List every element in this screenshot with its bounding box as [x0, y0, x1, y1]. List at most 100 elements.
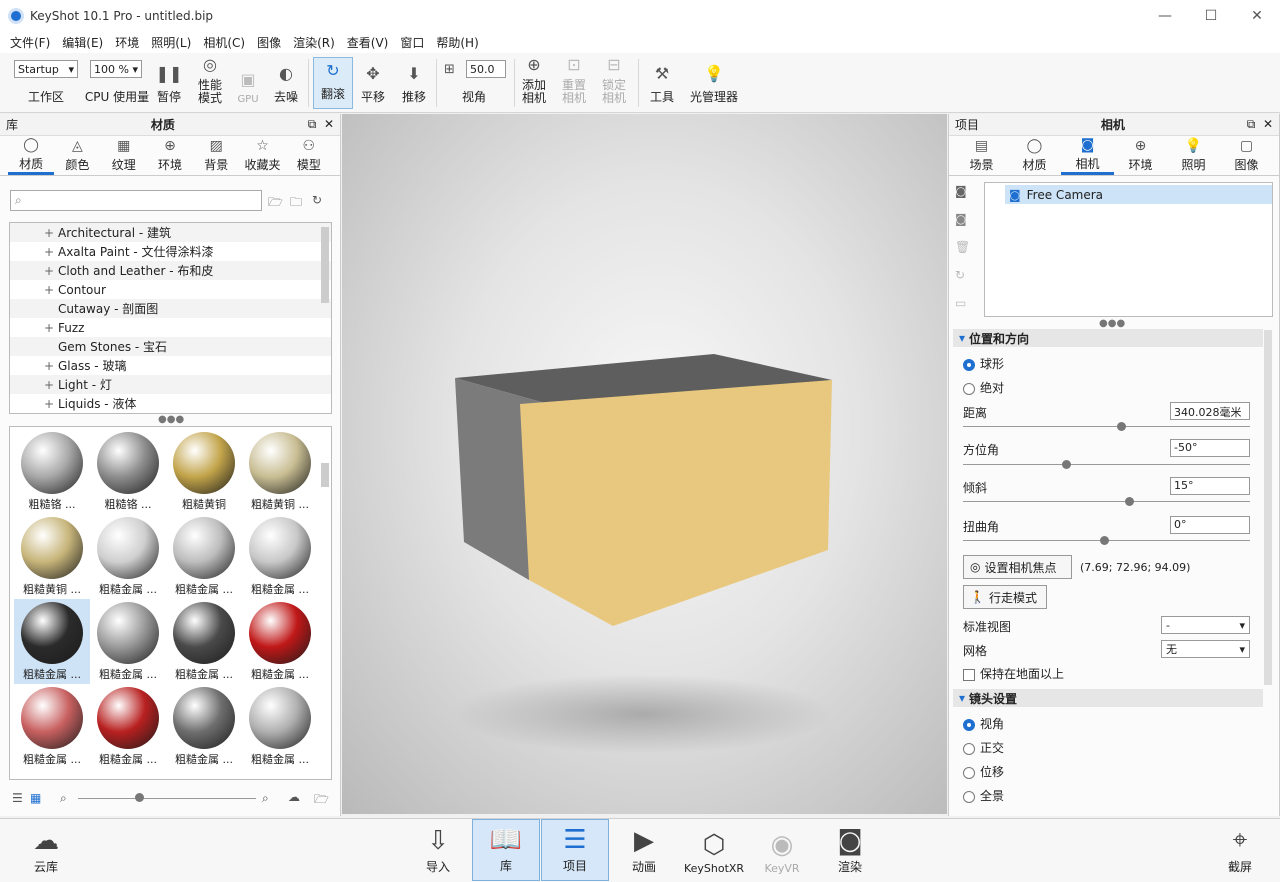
material-thumb[interactable]: 粗糙金属 ...	[166, 599, 242, 684]
menu-view[interactable]: 查看(V)	[341, 34, 395, 51]
material-thumb-selected[interactable]: 粗糙金属 ...	[14, 599, 90, 684]
close-panel-icon[interactable]: ✕	[324, 117, 334, 131]
tree-item[interactable]: + Cloth and Leather - 布和皮	[10, 261, 331, 280]
radio-panoramic[interactable]: 全景	[963, 787, 1004, 804]
menu-window[interactable]: 窗口	[394, 34, 430, 51]
cloud-library-button[interactable]: ☁ 云库	[24, 819, 68, 881]
close-button[interactable]: ✕	[1234, 0, 1280, 31]
duplicate-camera-icon[interactable]: ◙	[955, 212, 967, 226]
material-thumb[interactable]: 粗糙铬 ...	[14, 429, 90, 514]
tab-materials[interactable]: ◯ 材质	[8, 136, 55, 175]
tree-item[interactable]: + Glass - 玻璃	[10, 356, 331, 375]
menu-camera[interactable]: 相机(C)	[197, 34, 251, 51]
thumbnail-size-knob[interactable]	[135, 793, 144, 802]
menu-edit[interactable]: 编辑(E)	[56, 34, 109, 51]
performance-mode-button[interactable]: ◎ 性能 模式	[192, 53, 228, 111]
tab-backgrounds[interactable]: ▨ 背景	[193, 136, 239, 175]
material-thumb[interactable]: 粗糙金属 ...	[90, 684, 166, 769]
standard-view-dropdown[interactable]: - ▾	[1161, 616, 1250, 634]
material-thumb[interactable]: 粗糙金属 ...	[242, 514, 318, 599]
menu-file[interactable]: 文件(F)	[4, 34, 56, 51]
splitter-handle[interactable]: ●●●	[1099, 318, 1125, 329]
tree-item[interactable]: + Liquids - 液体	[10, 394, 331, 413]
pan-button[interactable]: ✥ 平移	[356, 53, 390, 111]
material-thumb[interactable]: 粗糙黄铜	[166, 429, 242, 514]
import-button[interactable]: ⇩ 导入	[416, 819, 460, 881]
folder-add-icon[interactable]: 🗀	[290, 193, 302, 214]
material-thumb[interactable]: 粗糙金属 ...	[90, 514, 166, 599]
azimuth-slider[interactable]	[963, 464, 1250, 465]
list-view-icon[interactable]: ☰	[12, 791, 23, 805]
tab-material[interactable]: ◯ 材质	[1008, 136, 1061, 175]
render-button[interactable]: ◙ 渲染	[828, 819, 872, 881]
tree-item[interactable]: + Fuzz	[10, 318, 331, 337]
radio-absolute[interactable]: 绝对	[963, 379, 1004, 396]
twist-input[interactable]: 0°	[1170, 516, 1250, 534]
material-thumb[interactable]: 粗糙金属 ...	[166, 514, 242, 599]
library-search-input[interactable]: ⌕	[10, 190, 262, 211]
delete-icon[interactable]: 🗑	[955, 240, 970, 254]
library-button[interactable]: 📖 库	[472, 819, 540, 881]
material-thumb[interactable]: 粗糙金属 ...	[90, 599, 166, 684]
undock-icon[interactable]: ⧉	[308, 117, 317, 131]
maximize-button[interactable]: ☐	[1188, 0, 1234, 31]
radio-orthographic[interactable]: 正交	[963, 739, 1004, 756]
thumbnail-size-slider[interactable]	[78, 798, 256, 799]
tools-button[interactable]: ⚒ 工具	[646, 53, 678, 111]
material-thumb[interactable]: 粗糙金属 ...	[14, 684, 90, 769]
distance-slider[interactable]	[963, 426, 1250, 427]
undock-icon[interactable]: ⧉	[1247, 117, 1256, 131]
reset-camera-button[interactable]: ⊡ 重置 相机	[558, 53, 590, 111]
inclination-input[interactable]: 15°	[1170, 477, 1250, 495]
grid-dropdown[interactable]: 无 ▾	[1161, 640, 1250, 658]
refresh-icon[interactable]: ↻	[312, 193, 322, 207]
tab-camera[interactable]: ◙ 相机	[1061, 136, 1114, 175]
distance-slider-knob[interactable]	[1116, 422, 1126, 431]
tab-image[interactable]: ▢ 图像	[1220, 136, 1273, 175]
reset-icon[interactable]: ↻	[955, 268, 965, 282]
denoise-button[interactable]: ◐ 去噪	[268, 53, 304, 111]
cloud-upload-icon[interactable]: ☁	[288, 790, 300, 804]
tab-colors[interactable]: ◬ 颜色	[54, 136, 100, 175]
tab-favorites[interactable]: ☆ 收藏夹	[239, 136, 285, 175]
pause-button[interactable]: ❚❚ 暂停	[152, 53, 186, 111]
material-thumb[interactable]: 粗糙金属 ...	[242, 684, 318, 769]
radio-field-of-view[interactable]: 视角	[963, 715, 1004, 732]
gpu-button[interactable]: ▣ GPU	[234, 53, 262, 111]
close-panel-icon[interactable]: ✕	[1263, 117, 1273, 131]
menu-environment[interactable]: 环境	[109, 34, 145, 51]
tree-item[interactable]: + Architectural - 建筑	[10, 223, 331, 242]
thumbs-scrollbar[interactable]	[321, 463, 329, 487]
tab-models[interactable]: ⚇ 模型	[286, 136, 332, 175]
camera-list-item[interactable]: ◙ Free Camera	[1005, 185, 1272, 204]
tree-item[interactable]: + Axalta Paint - 文仕得涂料漆	[10, 242, 331, 261]
properties-scrollbar[interactable]	[1264, 330, 1272, 685]
screenshot-button[interactable]: ⌖ 截屏	[1218, 819, 1262, 881]
material-thumb[interactable]: 粗糙金属 ...	[242, 599, 318, 684]
section-lens-settings[interactable]: ▾ 镜头设置	[953, 689, 1263, 707]
inclination-slider[interactable]	[963, 501, 1250, 502]
folder-open-icon[interactable]: 🗁	[314, 790, 329, 811]
tab-environment[interactable]: ⊕ 环境	[1114, 136, 1167, 175]
splitter-handle[interactable]: ●●●	[158, 414, 184, 425]
save-icon[interactable]: ▭	[955, 296, 966, 310]
menu-lighting[interactable]: 照明(L)	[145, 34, 197, 51]
section-position-orientation[interactable]: ▾ 位置和方向	[953, 329, 1263, 347]
tab-environments[interactable]: ⊕ 环境	[147, 136, 193, 175]
add-camera-icon[interactable]: ◙	[955, 184, 967, 198]
keyshotxr-button[interactable]: ⬡ KeyShotXR	[684, 819, 744, 881]
twist-slider-knob[interactable]	[1099, 536, 1109, 545]
radio-shift[interactable]: 位移	[963, 763, 1004, 780]
dolly-button[interactable]: ⬇ 推移	[396, 53, 432, 111]
menu-image[interactable]: 图像	[251, 34, 287, 51]
radio-spherical[interactable]: 球形	[963, 355, 1004, 372]
azimuth-input[interactable]: -50°	[1170, 439, 1250, 457]
tree-item[interactable]: + Contour	[10, 280, 331, 299]
keep-above-ground-checkbox[interactable]: 保持在地面以上	[963, 665, 1064, 682]
add-camera-button[interactable]: ⊕ 添加 相机	[518, 53, 550, 111]
render-viewport[interactable]	[342, 114, 947, 814]
minimize-button[interactable]: —	[1142, 0, 1188, 31]
distance-input[interactable]: 340.028毫米	[1170, 402, 1250, 420]
keyvr-button[interactable]: ◉ KeyVR	[760, 819, 804, 881]
lock-camera-button[interactable]: ⊟ 锁定 相机	[598, 53, 630, 111]
